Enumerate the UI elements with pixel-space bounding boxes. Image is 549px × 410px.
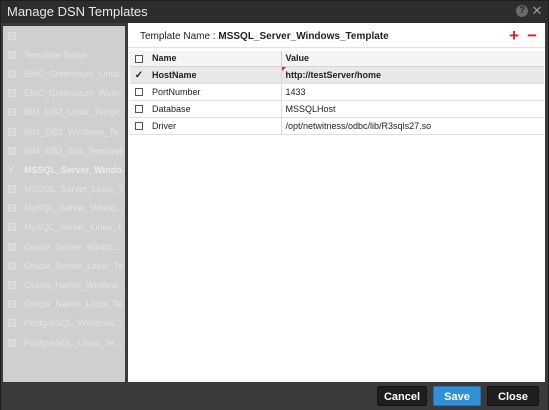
- template-list-item: Oracle_Server_Linux_Te...: [3, 256, 125, 275]
- template-list-item: EMC_Greenplum_Wind...: [3, 84, 125, 103]
- parameter-name-cell[interactable]: Database: [148, 100, 282, 118]
- dirty-cell-marker-icon: [281, 66, 286, 71]
- template-list-item-label: PostgreSQL_Linux_Te...: [24, 337, 122, 348]
- template-name-display: Template Name : MSSQL_Server_Windows_Tem…: [140, 31, 389, 42]
- close-icon[interactable]: ✕: [531, 3, 543, 19]
- table-row[interactable]: PortNumber 1433: [130, 83, 544, 101]
- template-list-item: MySQL_Server_Linux_T...: [3, 218, 125, 237]
- template-list-item: Template Name: [3, 45, 125, 64]
- checkbox: [8, 146, 16, 155]
- template-name-value: MSSQL_Server_Windows_Template: [218, 31, 389, 42]
- template-list-item-label: MSSQL_Server_Windo...: [24, 164, 124, 175]
- template-list-item-label: IBM_DB2_Zos_Template: [24, 145, 124, 156]
- template-list-item-label: IBM_DB2_Linux_Templ...: [24, 107, 124, 118]
- checkbox: [8, 69, 16, 78]
- parameter-name-cell[interactable]: Driver: [148, 117, 282, 135]
- save-button[interactable]: Save: [433, 386, 481, 406]
- row-checked-icon[interactable]: ✓: [135, 70, 144, 80]
- parameter-value-cell[interactable]: http://testServer/home: [281, 66, 544, 84]
- help-icon[interactable]: ?: [516, 5, 528, 17]
- template-list-item-label: Oracle_Native_Linux_Te...: [24, 299, 124, 310]
- select-all-checkbox[interactable]: [135, 54, 143, 63]
- template-list-item: [3, 26, 125, 45]
- template-list-item-label: Oracle_Native_Window...: [24, 280, 124, 291]
- template-list-item-label: Oracle_Server_Windo...: [24, 241, 121, 252]
- table-header-row: Name Value: [130, 51, 544, 67]
- template-list-item-label: Template Name: [24, 49, 88, 60]
- parameters-table-body: ✓ HostName http://testServer/home PortNumbe…: [130, 66, 544, 135]
- checkbox: [8, 300, 16, 309]
- parameter-value-text: http://testServer/home: [285, 69, 382, 80]
- template-list-item: PostgreSQL_Linux_Te...: [3, 333, 125, 352]
- parameter-value-cell[interactable]: /opt/netwitness/odbc/lib/R3sqls27.so: [281, 117, 544, 135]
- template-list-item: IBM_DB2_Zos_Template: [3, 141, 125, 160]
- checkbox: [8, 108, 16, 117]
- close-button[interactable]: Close: [487, 386, 539, 406]
- table-row[interactable]: ✓ HostName http://testServer/home: [130, 66, 544, 84]
- parameter-value-cell[interactable]: 1433: [281, 83, 544, 101]
- parameter-value-cell[interactable]: MSSQLHost: [281, 100, 544, 118]
- titlebar: Manage DSN Templates ? ✕: [1, 1, 548, 23]
- checkbox: [8, 319, 16, 328]
- template-list-item-label: EMC_Greenplum_Linux...: [24, 68, 124, 79]
- checkbox: [8, 204, 16, 213]
- template-list-item-label: Oracle_Server_Linux_Te...: [24, 260, 124, 271]
- dialog-title: Manage DSN Templates: [7, 4, 148, 19]
- checkbox: [8, 127, 16, 136]
- dialog-footer: Cancel Save Close: [1, 383, 548, 410]
- parameter-value-text: /opt/netwitness/odbc/lib/R3sqls27.so: [285, 120, 432, 131]
- add-parameter-button[interactable]: +: [509, 26, 519, 46]
- table-row[interactable]: Driver/opt/netwitness/odbc/lib/R3sqls27.…: [130, 117, 544, 135]
- template-list-item: Oracle_Native_Linux_Te...: [3, 295, 125, 314]
- table-row[interactable]: Database MSSQLHost: [130, 100, 544, 118]
- template-list-item-label: MSSQL_Server_Linux_T...: [24, 184, 124, 195]
- column-header-value[interactable]: Value: [281, 51, 544, 67]
- checkbox: [8, 281, 16, 290]
- remove-parameter-button[interactable]: −: [527, 26, 537, 46]
- template-list-item: IBM_DB2_Windows_Te...: [3, 122, 125, 141]
- column-header-name[interactable]: Name: [148, 51, 282, 67]
- row-checkbox-cell[interactable]: [130, 83, 148, 101]
- template-list-item: ✓ MSSQL_Server_Windo...: [3, 160, 125, 179]
- template-list-panel: Template Name EMC_Greenplum_Linux... EMC_G…: [3, 26, 125, 382]
- checkbox: [8, 338, 16, 347]
- template-list-item: PostgreSQL_Windows...: [3, 314, 125, 333]
- parameter-name-cell[interactable]: PortNumber: [148, 83, 282, 101]
- cancel-button[interactable]: Cancel: [377, 386, 427, 406]
- template-header: Template Name : MSSQL_Server_Windows_Tem…: [128, 26, 545, 48]
- parameter-name-cell[interactable]: HostName: [148, 66, 282, 84]
- template-name-label: Template Name :: [140, 31, 219, 42]
- parameter-value-text: 1433: [285, 86, 306, 97]
- checkbox: [8, 242, 16, 251]
- template-list-item: Oracle_Server_Windo...: [3, 237, 125, 256]
- template-list-item-label: IBM_DB2_Windows_Te...: [24, 126, 124, 137]
- row-checkbox-cell[interactable]: [130, 117, 148, 135]
- manage-dsn-templates-dialog: Manage DSN Templates ? ✕ Template Name EM…: [0, 0, 549, 410]
- row-checkbox[interactable]: [135, 105, 143, 114]
- row-checkbox[interactable]: [135, 88, 143, 97]
- template-list-item: IBM_DB2_Linux_Templ...: [3, 103, 125, 122]
- template-list-item: EMC_Greenplum_Linux...: [3, 64, 125, 83]
- row-checkbox[interactable]: [135, 122, 143, 131]
- template-list-item: Oracle_Native_Window...: [3, 275, 125, 294]
- template-list-item-label: PostgreSQL_Windows...: [24, 318, 123, 329]
- row-checkbox-cell[interactable]: [130, 100, 148, 118]
- checkbox: [8, 50, 16, 59]
- checked-checkbox-icon: ✓: [8, 163, 17, 175]
- row-checkbox-cell[interactable]: ✓: [130, 66, 148, 84]
- template-list-item-label: MySQL_Server_Linux_T...: [24, 222, 124, 233]
- template-list-item: MSSQL_Server_Linux_T...: [3, 180, 125, 199]
- checkbox: [8, 185, 16, 194]
- template-list-item-label: MySQL_Server_Windo...: [24, 203, 124, 214]
- select-all-checkbox-cell[interactable]: [130, 51, 148, 67]
- checkbox: [8, 223, 16, 232]
- parameters-table: Name Value ✓ HostName http://testServer/ho…: [130, 51, 544, 135]
- template-list-item-label: EMC_Greenplum_Wind...: [24, 88, 124, 99]
- checkbox: [8, 89, 16, 98]
- template-detail-panel: Template Name : MSSQL_Server_Windows_Tem…: [128, 23, 545, 382]
- parameter-value-text: MSSQLHost: [285, 103, 336, 114]
- checkbox: [8, 31, 16, 40]
- template-list-item: MySQL_Server_Windo...: [3, 199, 125, 218]
- checkbox: [8, 261, 16, 270]
